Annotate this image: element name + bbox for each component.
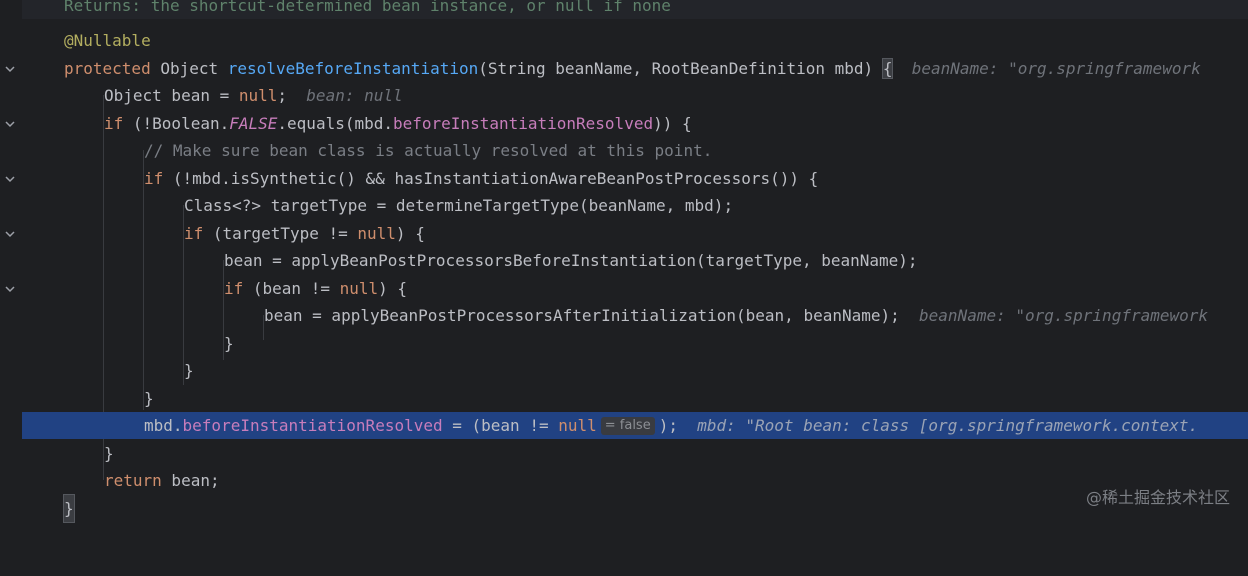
keyword: protected xyxy=(64,59,151,78)
fold-chevron-icon[interactable] xyxy=(4,228,16,240)
code-line[interactable]: } xyxy=(22,330,1248,357)
code-text: Object bean = xyxy=(104,86,239,105)
code-text: ; xyxy=(277,86,288,105)
code-line[interactable]: @Nullable xyxy=(22,27,1248,54)
debug-value-hint: beanName: "org.springframework xyxy=(919,306,1209,325)
debug-value-hint: mbd: "Root bean: class [org.springframew… xyxy=(697,416,1199,435)
constant: FALSE xyxy=(229,114,278,133)
code-text: )) { xyxy=(653,114,692,133)
editor-gutter xyxy=(0,0,22,524)
code-text: (targetType != xyxy=(203,224,358,243)
keyword: if xyxy=(224,279,244,298)
keyword: null xyxy=(558,416,597,435)
code-line[interactable]: bean = applyBeanPostProcessorsAfterIniti… xyxy=(22,302,1248,329)
code-line[interactable]: } xyxy=(22,494,1248,523)
code-text: (bean != xyxy=(243,279,340,298)
code-text: bean = applyBeanPostProcessorsAfterIniti… xyxy=(264,306,900,325)
code-text: = (bean != xyxy=(442,416,559,435)
code-text: ) { xyxy=(378,279,408,298)
code-line[interactable]: if (!Boolean.FALSE.equals(mbd.beforeInst… xyxy=(22,110,1248,137)
code-text: } xyxy=(144,389,154,408)
matched-brace: } xyxy=(63,494,75,523)
current-execution-line[interactable]: mbd.beforeInstantiationResolved = (bean … xyxy=(22,412,1248,439)
code-line[interactable]: Returns: the shortcut-determined bean in… xyxy=(22,0,1248,19)
code-line[interactable]: } xyxy=(22,385,1248,412)
type-name: Object xyxy=(160,59,219,78)
code-line[interactable]: Object bean = null; bean: null xyxy=(22,82,1248,109)
code-text: } xyxy=(184,361,194,380)
code-text: Class<?> targetType = determineTargetTyp… xyxy=(184,196,734,215)
code-comment: // Make sure bean class is actually reso… xyxy=(144,141,713,160)
code-line[interactable]: return bean; xyxy=(22,467,1248,494)
annotation: @Nullable xyxy=(64,31,151,50)
code-text: .equals(mbd. xyxy=(277,114,393,133)
matched-brace: { xyxy=(881,58,894,79)
fold-chevron-icon[interactable] xyxy=(4,173,16,185)
code-text: ) { xyxy=(395,224,425,243)
code-text: ); xyxy=(658,416,678,435)
keyword: if xyxy=(144,169,164,188)
code-line[interactable]: protected Object resolveBeforeInstantiat… xyxy=(22,55,1248,82)
code-line[interactable]: // Make sure bean class is actually reso… xyxy=(22,137,1248,164)
method-name: resolveBeforeInstantiation xyxy=(227,59,479,78)
code-editor[interactable]: Returns: the shortcut-determined bean in… xyxy=(22,0,1248,524)
code-line[interactable]: if (bean != null) { xyxy=(22,275,1248,302)
code-line[interactable]: } xyxy=(22,440,1248,467)
code-text: (!mbd.isSynthetic() && hasInstantiationA… xyxy=(163,169,819,188)
code-text: } xyxy=(224,334,234,353)
fold-chevron-icon[interactable] xyxy=(4,118,16,130)
code-line[interactable]: bean = applyBeanPostProcessorsBeforeInst… xyxy=(22,247,1248,274)
debug-value-hint: beanName: "org.springframework xyxy=(911,59,1201,78)
field-name: beforeInstantiationResolved xyxy=(182,416,443,435)
debug-value-hint: bean: null xyxy=(306,86,403,105)
field-name: beforeInstantiationResolved xyxy=(393,114,654,133)
code-text: mbd. xyxy=(144,416,183,435)
fold-chevron-icon[interactable] xyxy=(4,283,16,295)
keyword: return xyxy=(104,471,162,490)
keyword: null xyxy=(238,86,278,105)
code-text: bean; xyxy=(161,471,220,490)
watermark: @稀土掘金技术社区 xyxy=(1085,488,1230,507)
doc-comment: Returns: the shortcut-determined bean in… xyxy=(64,0,671,15)
keyword: if xyxy=(104,114,124,133)
code-text: } xyxy=(104,444,114,463)
code-line[interactable]: if (targetType != null) { xyxy=(22,220,1248,247)
code-line[interactable]: if (!mbd.isSynthetic() && hasInstantiati… xyxy=(22,165,1248,192)
code-text: (!Boolean. xyxy=(123,114,230,133)
code-text: bean = applyBeanPostProcessorsBeforeInst… xyxy=(224,251,918,270)
keyword: if xyxy=(184,224,204,243)
keyword: null xyxy=(339,279,379,298)
keyword: null xyxy=(357,224,396,243)
method-params: (String beanName, RootBeanDefinition mbd… xyxy=(478,59,874,78)
code-line[interactable]: } xyxy=(22,357,1248,384)
code-line[interactable]: Class<?> targetType = determineTargetTyp… xyxy=(22,192,1248,219)
fold-chevron-icon[interactable] xyxy=(4,63,16,75)
inline-value-badge: = false xyxy=(600,417,655,435)
